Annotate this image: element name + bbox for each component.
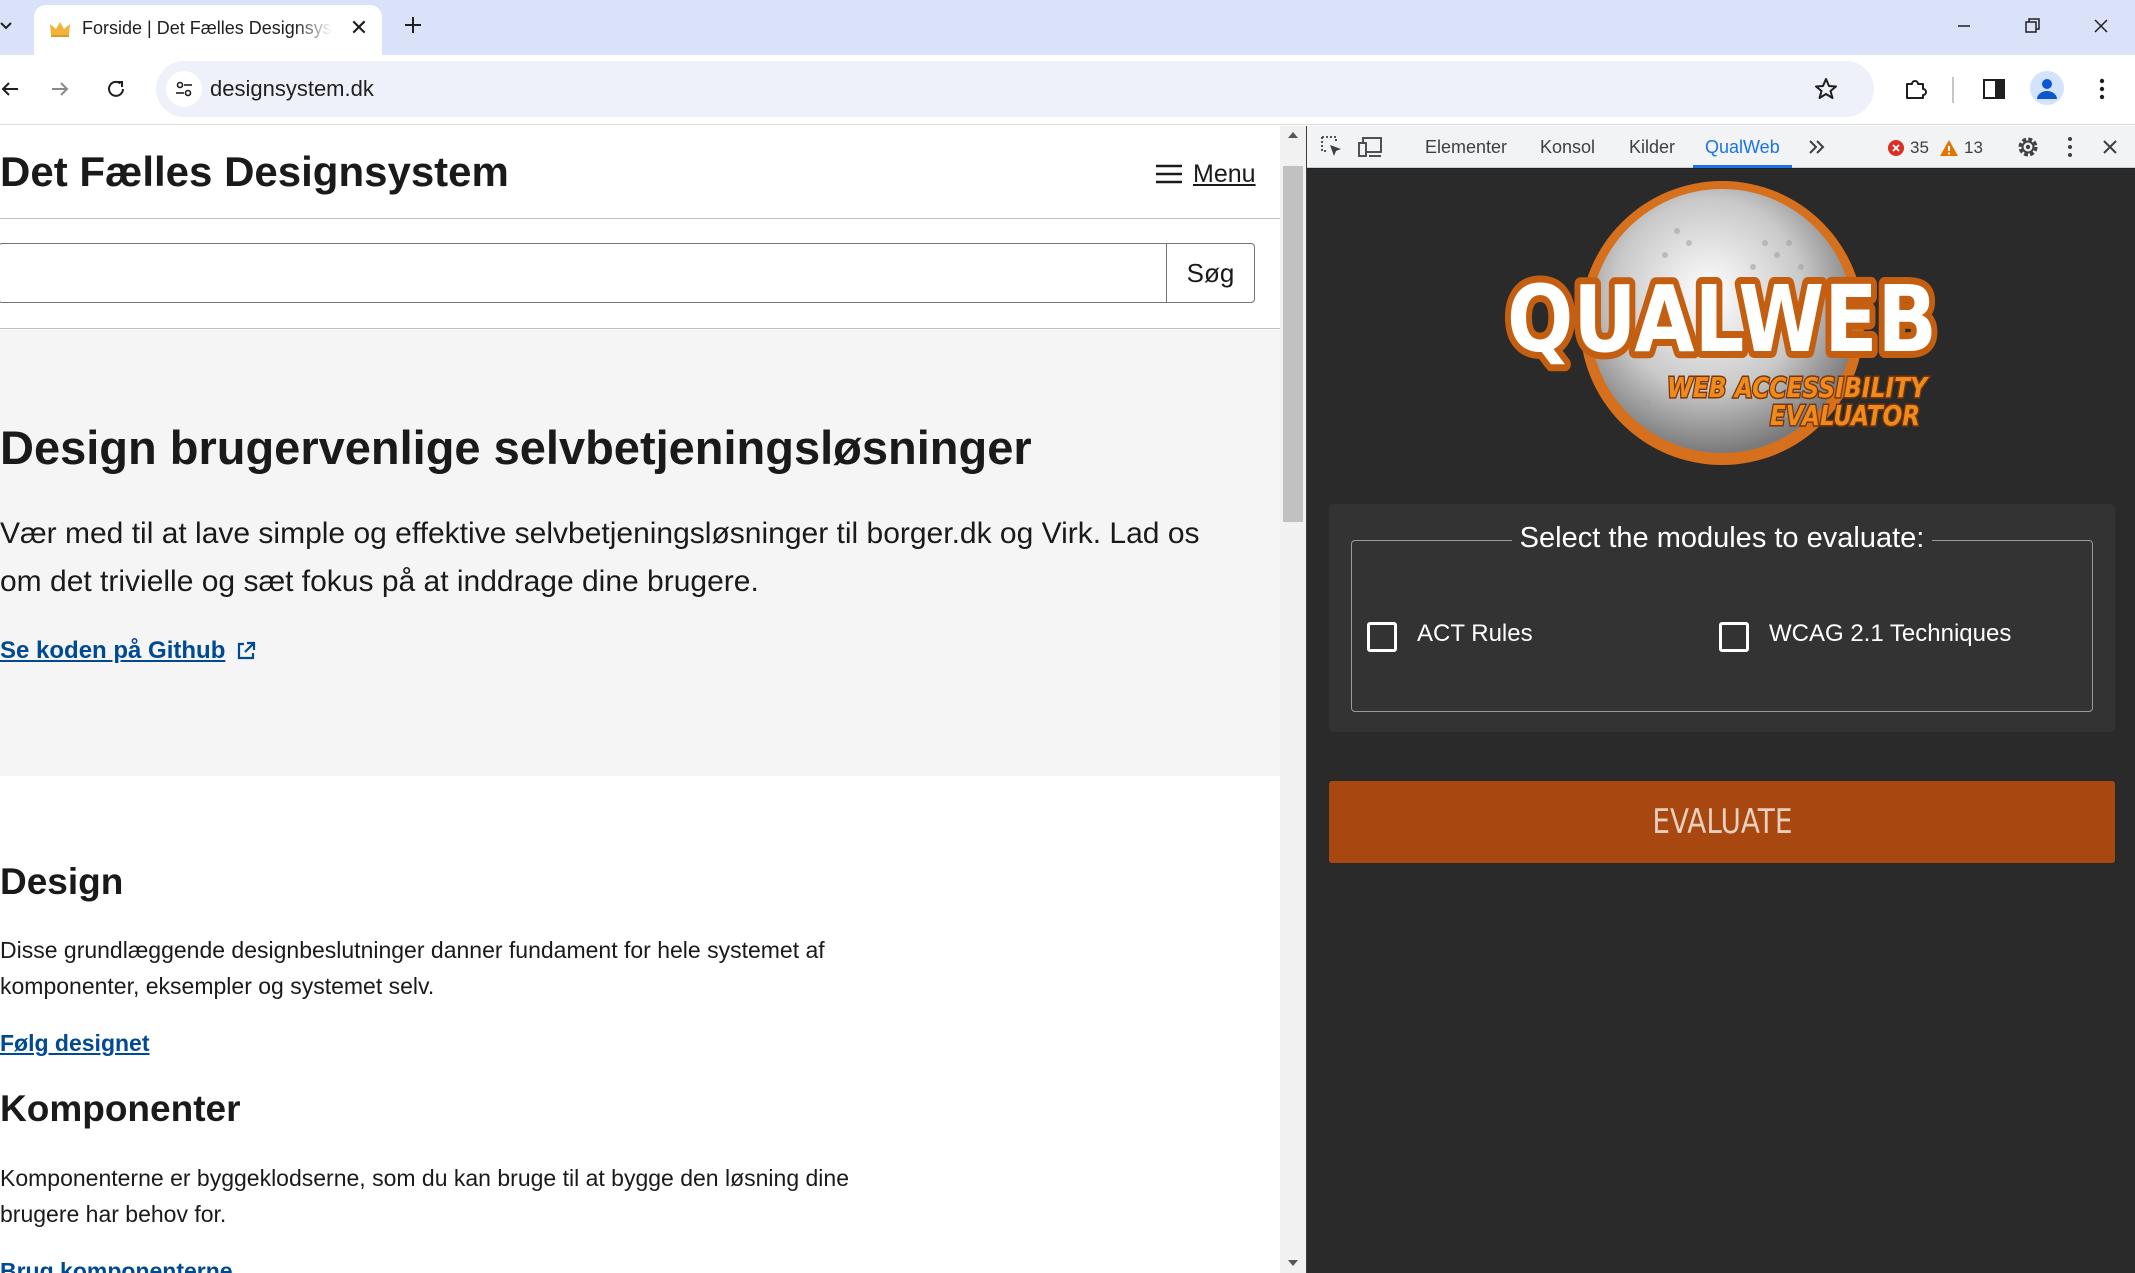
section-title-design: Design [0, 861, 124, 902]
url-text[interactable]: designsystem.dk [210, 76, 374, 102]
section-text-komponenter: Komponenterne er byggeklodserne, som du … [0, 1165, 849, 1227]
modules-legend: Select the modules to evaluate: [1329, 522, 2115, 555]
github-link[interactable]: Se koden på Github [0, 637, 257, 665]
modules-legend-text: Select the modules to evaluate: [1511, 522, 1933, 555]
profile-avatar-icon[interactable] [2030, 71, 2064, 105]
hero-section: Design brugervenlige selvbetjeningsløsni… [0, 330, 1280, 776]
reload-icon[interactable] [96, 69, 136, 109]
more-tabs-chevron-icon[interactable] [1805, 135, 1829, 159]
forward-arrow-icon[interactable] [40, 69, 80, 109]
devtools-more-kebab-icon[interactable] [2057, 134, 2083, 160]
devtools-tab-elementer[interactable]: Elementer [1425, 126, 1507, 168]
scroll-down-arrow-icon[interactable] [1284, 1256, 1302, 1270]
act-rules-label[interactable]: ACT Rules [1417, 620, 1533, 648]
qualweb-logo-subtext-2: EVALUATOR [1770, 399, 1920, 432]
section-title-komponenter: Komponenter [0, 1088, 241, 1129]
toolbar-separator [1952, 77, 1954, 103]
back-arrow-icon[interactable] [0, 69, 30, 109]
devtools-tab-bar: Elementer Konsol Kilder QualWeb 35 13 [1307, 126, 2135, 168]
qualweb-logo-text: QUALWEB [1507, 266, 1937, 373]
qualweb-panel: QUALWEB WEB ACCESSIBILITY EVALUATOR Sele… [1307, 169, 2135, 1273]
devtools-settings-gear-icon[interactable] [2015, 134, 2041, 160]
menu-label: Menu [1193, 159, 1256, 188]
hamburger-menu-icon [1156, 164, 1182, 184]
search-button[interactable]: Søg [1166, 243, 1255, 303]
browser-tab-active[interactable]: Forside | Det Fælles Designsystem ✕ [34, 5, 382, 55]
crown-favicon-icon [48, 19, 72, 39]
act-rules-checkbox[interactable] [1367, 622, 1397, 652]
external-link-icon [238, 641, 256, 660]
hero-title: Design brugervenlige selvbetjeningsløsni… [0, 421, 1032, 474]
wcag-techniques-label[interactable]: WCAG 2.1 Techniques [1769, 620, 2011, 648]
hero-text: Vær med til at lave simple og effektive … [0, 517, 1200, 598]
restore-window-icon[interactable] [2008, 8, 2056, 44]
new-tab-plus-icon[interactable] [398, 10, 428, 40]
evaluate-button-label: EVALUATE [1651, 802, 1793, 842]
device-toolbar-icon[interactable] [1357, 134, 1383, 160]
evaluate-button[interactable]: EVALUATE [1329, 781, 2115, 863]
scroll-up-arrow-icon[interactable] [1284, 128, 1302, 142]
devtools-tab-kilder[interactable]: Kilder [1629, 126, 1675, 168]
components-link[interactable]: Brug komponenterne [0, 1258, 233, 1273]
design-link[interactable]: Følg designet [0, 1030, 150, 1057]
tab-strip: Forside | Det Fælles Designsystem ✕ [0, 0, 2135, 55]
warning-count-badge[interactable]: 13 [1939, 137, 1983, 159]
site-header: Det Fælles Designsystem Menu [0, 126, 1280, 219]
page-scrollbar-thumb[interactable] [1283, 166, 1303, 522]
error-icon [1888, 140, 1904, 156]
bookmark-star-icon[interactable] [1810, 73, 1842, 105]
inspect-element-icon[interactable] [1319, 134, 1345, 160]
devtools-close-icon[interactable] [2097, 134, 2123, 160]
error-count: 35 [1910, 138, 1929, 157]
tab-close-icon[interactable]: ✕ [346, 15, 372, 41]
page-viewport: Det Fælles Designsystem Menu Søg Design … [0, 126, 1280, 1273]
warning-count: 13 [1964, 138, 1983, 157]
devtools-panel: Elementer Konsol Kilder QualWeb 35 13 QU… [1306, 126, 2135, 1273]
minimize-window-icon[interactable] [1940, 8, 1988, 44]
browser-toolbar: designsystem.dk [0, 55, 2135, 125]
tab-search-chevron-icon[interactable] [0, 14, 16, 38]
side-panel-icon[interactable] [1974, 69, 2014, 109]
site-title[interactable]: Det Fælles Designsystem [0, 148, 509, 196]
warning-icon [1940, 140, 1958, 156]
menu-button[interactable]: Menu [1155, 156, 1256, 192]
tab-title: Forside | Det Fælles Designsystem [82, 18, 332, 38]
extensions-puzzle-icon[interactable] [1896, 69, 1936, 109]
search-input[interactable] [0, 243, 1168, 303]
close-window-icon[interactable] [2077, 8, 2125, 44]
error-count-badge[interactable]: 35 [1887, 137, 1929, 159]
browser-menu-kebab-icon[interactable] [2082, 69, 2122, 109]
wcag-techniques-checkbox[interactable] [1719, 622, 1749, 652]
modules-card: Select the modules to evaluate: ACT Rule… [1329, 504, 2115, 732]
search-row: Søg [0, 219, 1280, 329]
qualweb-logo: QUALWEB WEB ACCESSIBILITY EVALUATOR [1497, 171, 1957, 471]
devtools-tab-qualweb[interactable]: QualWeb [1693, 126, 1792, 168]
site-info-tune-icon[interactable] [166, 71, 202, 107]
section-text-design: Disse grundlæggende designbeslutninger d… [0, 937, 825, 999]
devtools-tab-konsol[interactable]: Konsol [1540, 126, 1595, 168]
address-bar[interactable]: designsystem.dk [156, 61, 1874, 117]
github-link-label: Se koden på Github [0, 637, 226, 664]
